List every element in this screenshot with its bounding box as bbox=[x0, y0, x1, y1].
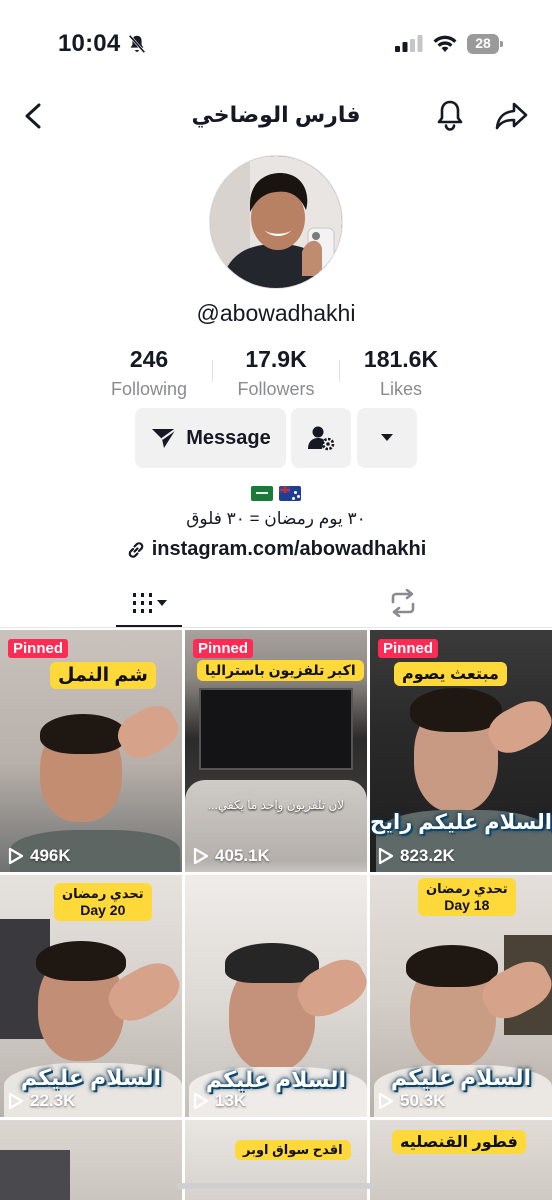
username: @abowadhakhi bbox=[196, 300, 356, 326]
content-tabs bbox=[0, 578, 552, 628]
video-caption: اقدح سواق اوبر bbox=[235, 1140, 351, 1160]
view-count: 50.3K bbox=[378, 1091, 445, 1111]
video-caption: تحدي رمضان Day 18 bbox=[418, 878, 516, 916]
video-thumbnail[interactable]: تحدي رمضان Day 20 السلام عليكم 22.3K bbox=[0, 875, 182, 1117]
profile-header: فارس الوضاخي bbox=[0, 90, 552, 142]
tab-videos[interactable] bbox=[116, 578, 182, 628]
view-count: 405.1K bbox=[193, 846, 270, 866]
bell-icon[interactable] bbox=[434, 98, 466, 132]
view-count-value: 496K bbox=[30, 846, 71, 865]
person-hair bbox=[406, 945, 498, 987]
view-count-value: 13K bbox=[215, 1091, 247, 1110]
send-icon bbox=[152, 428, 177, 448]
battery-indicator: 28 bbox=[467, 34, 503, 54]
view-count: 496K bbox=[8, 846, 71, 866]
video-thumbnail[interactable]: Pinned مبتعث يصوم السلام عليكم رايح 823.… bbox=[370, 630, 552, 872]
add-friend-gear-icon bbox=[308, 426, 335, 451]
repost-icon bbox=[391, 589, 415, 617]
video-overlay-text: لان تلفزيون واحد ما يكفي... bbox=[207, 798, 345, 812]
suggested-accounts-button[interactable] bbox=[291, 408, 351, 468]
video-thumbnail[interactable]: Pinned شم النمل 496K bbox=[0, 630, 182, 872]
video-thumbnail[interactable]: Pinned اكبر تلفزيون باستراليا لان تلفزيو… bbox=[185, 630, 367, 872]
person-hair bbox=[40, 714, 126, 754]
share-icon[interactable] bbox=[494, 100, 528, 132]
view-count: 13K bbox=[193, 1091, 246, 1111]
home-indicator bbox=[177, 1183, 375, 1189]
play-icon bbox=[8, 847, 24, 865]
play-icon bbox=[8, 1092, 24, 1110]
active-tab-indicator bbox=[116, 625, 182, 627]
bio-link[interactable]: instagram.com/abowadhakhi bbox=[0, 538, 552, 561]
pinned-badge: Pinned bbox=[378, 639, 439, 658]
stat-followers[interactable]: 17.9K Followers bbox=[206, 346, 346, 400]
video-overlay-text: السلام عليكم رايح bbox=[370, 811, 552, 834]
video-caption: شم النمل bbox=[50, 662, 156, 689]
video-caption-day: Day 18 bbox=[444, 897, 490, 913]
person-hair bbox=[410, 688, 502, 732]
video-caption-title: تحدي رمضان bbox=[62, 886, 144, 901]
view-count-value: 405.1K bbox=[215, 846, 270, 865]
video-caption: فطور القنصليه bbox=[392, 1130, 526, 1154]
avatar[interactable] bbox=[209, 155, 343, 289]
tv-screen bbox=[199, 688, 353, 770]
view-count-value: 22.3K bbox=[30, 1091, 76, 1110]
message-button-label: Message bbox=[186, 426, 271, 449]
video-caption-day: Day 20 bbox=[80, 902, 126, 918]
following-count: 246 bbox=[129, 346, 169, 372]
video-caption: اكبر تلفزيون باستراليا bbox=[197, 660, 364, 681]
video-thumbnail[interactable]: فطور القنصليه bbox=[370, 1120, 552, 1200]
battery-cap bbox=[500, 41, 503, 47]
page-title: فارس الوضاخي bbox=[191, 102, 361, 127]
link-icon bbox=[128, 541, 144, 558]
video-caption: تحدي رمضان Day 20 bbox=[54, 883, 152, 921]
play-icon bbox=[378, 847, 394, 865]
video-grid: Pinned شم النمل 496K Pinned اكبر تلفزيون… bbox=[0, 630, 552, 1200]
video-caption-title: تحدي رمضان bbox=[426, 881, 508, 896]
view-count: 823.2K bbox=[378, 846, 455, 866]
play-icon bbox=[193, 847, 209, 865]
bio-text: ٣٠ يوم رمضان = ٣٠ فلوق bbox=[186, 509, 366, 528]
more-options-button[interactable] bbox=[357, 408, 417, 468]
video-overlay-text: السلام عليكم bbox=[205, 1067, 347, 1092]
stat-following[interactable]: 246 Following bbox=[79, 346, 219, 400]
person-hair bbox=[36, 941, 126, 981]
likes-label: Likes bbox=[379, 379, 423, 399]
view-count: 22.3K bbox=[8, 1091, 75, 1111]
saudi-flag-icon bbox=[251, 486, 273, 501]
battery-level: 28 bbox=[475, 35, 491, 51]
pinned-badge: Pinned bbox=[8, 639, 69, 658]
pinned-badge: Pinned bbox=[193, 639, 254, 658]
video-overlay-text: السلام عليكم bbox=[390, 1065, 532, 1090]
play-icon bbox=[193, 1092, 209, 1110]
following-label: Following bbox=[110, 379, 188, 399]
video-thumbnail[interactable]: السلام عليكم 13K bbox=[185, 875, 367, 1117]
message-button[interactable]: Message bbox=[135, 408, 286, 468]
chevron-left-icon[interactable] bbox=[18, 100, 48, 132]
view-count-value: 823.2K bbox=[400, 846, 455, 865]
video-overlay-text: السلام عليكم bbox=[20, 1065, 162, 1090]
play-icon bbox=[378, 1092, 394, 1110]
avatar-photo bbox=[210, 156, 342, 288]
stat-likes[interactable]: 181.6K Likes bbox=[331, 346, 471, 400]
grid-icon bbox=[133, 593, 167, 613]
cell-signal-icon bbox=[395, 35, 423, 52]
video-thumbnail[interactable]: تحدي رمضان Day 18 السلام عليكم 50.3K bbox=[370, 875, 552, 1117]
bio-link-text: instagram.com/abowadhakhi bbox=[151, 538, 427, 560]
followers-label: Followers bbox=[237, 379, 315, 399]
triangle-down-icon bbox=[381, 434, 393, 441]
australia-flag-icon bbox=[279, 486, 301, 501]
status-bar: 10:04 28 bbox=[0, 0, 552, 90]
likes-count: 181.6K bbox=[363, 346, 439, 372]
bio-flags bbox=[251, 486, 303, 502]
wifi-icon bbox=[433, 35, 457, 52]
followers-count: 17.9K bbox=[245, 346, 307, 372]
video-thumbnail[interactable] bbox=[0, 1120, 182, 1200]
clothes-rack bbox=[0, 1150, 70, 1200]
view-count-value: 50.3K bbox=[400, 1091, 446, 1110]
bell-muted-icon bbox=[128, 34, 146, 54]
video-caption: مبتعث يصوم bbox=[394, 662, 507, 686]
status-time: 10:04 bbox=[58, 30, 121, 57]
tab-reposts[interactable] bbox=[380, 578, 426, 628]
